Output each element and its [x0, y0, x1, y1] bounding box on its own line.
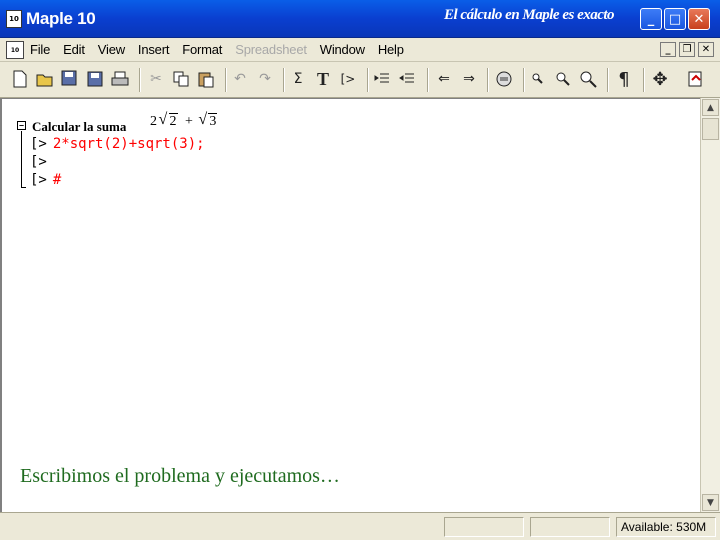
print-icon[interactable]: [108, 67, 132, 91]
back-icon[interactable]: ⇐: [432, 67, 456, 91]
edit-tools: ✂: [144, 67, 219, 93]
execution-group[interactable]: [> 2*sqrt(2)+sqrt(3);: [30, 136, 205, 152]
status-field: [530, 517, 610, 537]
maximize-button[interactable]: □: [664, 8, 686, 30]
pilcrow-icon[interactable]: ¶: [612, 67, 636, 91]
indent-tools: [370, 67, 420, 93]
command-input[interactable]: #: [53, 172, 61, 188]
save-as-icon[interactable]: [58, 67, 82, 91]
forward-icon[interactable]: ⇒: [457, 67, 481, 91]
redo-icon[interactable]: ↷: [253, 67, 277, 91]
restart-icon[interactable]: [684, 67, 708, 91]
math-coefficient: 2: [150, 114, 157, 129]
menu-file[interactable]: File: [30, 42, 50, 57]
math-sqrt-2: 3: [198, 111, 218, 130]
menu-format[interactable]: Format: [182, 42, 222, 57]
document-window-controls: _ ❐ ✕: [657, 42, 714, 57]
toolbar-separator: [427, 68, 429, 92]
toolbar-separator: [225, 68, 227, 92]
menu-view[interactable]: View: [98, 42, 125, 57]
section-bracket-end: [21, 187, 26, 188]
execution-group[interactable]: [> #: [30, 172, 61, 188]
move-icon[interactable]: ✥: [648, 67, 672, 91]
toolbar-separator: [367, 68, 369, 92]
caption-text: Escribimos el problema y ejecutamos…: [20, 465, 340, 487]
command-input[interactable]: 2*sqrt(2)+sqrt(3);: [53, 136, 205, 152]
file-tools: [8, 67, 133, 93]
math-expression: 2 2 + 3: [150, 111, 218, 130]
prompt-icon[interactable]: [>: [336, 67, 360, 91]
toolbar-separator: [487, 68, 489, 92]
doc-restore-button[interactable]: ❐: [679, 42, 695, 57]
minimize-button[interactable]: _: [640, 8, 662, 30]
menu-help[interactable]: Help: [378, 42, 404, 57]
misc-tools: ✥: [648, 67, 673, 93]
indent-icon[interactable]: [370, 67, 394, 91]
zoom-large-icon[interactable]: [576, 67, 600, 91]
scroll-down-icon[interactable]: ▼: [702, 494, 719, 511]
undo-icon[interactable]: ↶: [228, 67, 252, 91]
toolbar-separator: [523, 68, 525, 92]
math-operator: +: [185, 114, 193, 129]
zoom-medium-icon[interactable]: [551, 67, 575, 91]
toolbar-separator: [283, 68, 285, 92]
zoom-tools: [526, 67, 601, 93]
outdent-icon[interactable]: [395, 67, 419, 91]
toolbar-separator: [607, 68, 609, 92]
stop-icon[interactable]: [492, 67, 516, 91]
input-prompt: [>: [30, 136, 47, 152]
menu-window[interactable]: Window: [320, 42, 365, 57]
scroll-up-icon[interactable]: ▲: [702, 99, 719, 116]
execution-group[interactable]: [>: [30, 154, 53, 170]
maple-app-icon[interactable]: 10: [6, 10, 22, 28]
menu-edit[interactable]: Edit: [63, 42, 85, 57]
title-bar: 10 Maple 10 El cálculo en Maple es exact…: [0, 0, 720, 38]
input-prompt: [>: [30, 154, 47, 170]
toolbar: ✂ ↶ ↷ Σ T [> ⇐ ⇒ ¶ ✥: [0, 62, 720, 98]
paste-icon[interactable]: [194, 67, 218, 91]
toolbar-separator: [139, 68, 141, 92]
memory-available: Available: 530M: [616, 517, 716, 537]
vertical-scrollbar[interactable]: ▲ ▼: [700, 98, 720, 512]
app-title: Maple 10: [26, 9, 96, 28]
status-field: [444, 517, 524, 537]
scroll-thumb[interactable]: [702, 118, 719, 140]
navigation-tools: ⇐ ⇒: [432, 67, 482, 93]
status-bar: Available: 530M: [0, 512, 720, 540]
text-icon[interactable]: T: [311, 67, 335, 91]
sigma-icon[interactable]: Σ: [286, 67, 310, 91]
menu-items: File Edit View Insert Format Spreadsheet Windo…: [30, 42, 417, 57]
worksheet[interactable]: − Calcular la suma 2 2 + 3 [> 2*sqrt(2)+s…: [0, 98, 700, 512]
display-tools: ¶: [612, 67, 637, 93]
copy-icon[interactable]: [169, 67, 193, 91]
section-bracket: [21, 131, 22, 187]
open-icon[interactable]: [33, 67, 57, 91]
menu-bar: 10 File Edit View Insert Format Spreadsheet Wi…: [0, 38, 720, 62]
slide-title: El cálculo en Maple es exacto: [444, 7, 615, 23]
insert-tools: Σ T [>: [286, 67, 361, 93]
toolbar-separator: [643, 68, 645, 92]
input-prompt: [>: [30, 172, 47, 188]
execution-tools: [492, 67, 517, 93]
math-radicand-1: 2: [168, 113, 178, 129]
restart-tools: [684, 67, 709, 93]
new-icon[interactable]: [8, 67, 32, 91]
math-radicand-2: 3: [208, 113, 218, 129]
doc-minimize-button[interactable]: _: [660, 42, 676, 57]
math-sqrt-1: 2: [159, 111, 178, 130]
doc-close-button[interactable]: ✕: [698, 42, 714, 57]
menu-spreadsheet: Spreadsheet: [235, 42, 307, 57]
history-tools: ↶ ↷: [228, 67, 278, 93]
close-button[interactable]: ✕: [688, 8, 710, 30]
section-title: Calcular la suma: [32, 119, 127, 134]
section-collapse-button[interactable]: −: [17, 121, 26, 130]
cut-icon[interactable]: ✂: [144, 67, 168, 91]
document-icon[interactable]: 10: [6, 41, 24, 59]
zoom-small-icon[interactable]: [526, 67, 550, 91]
menu-insert[interactable]: Insert: [138, 42, 170, 57]
save-icon[interactable]: [83, 67, 107, 91]
